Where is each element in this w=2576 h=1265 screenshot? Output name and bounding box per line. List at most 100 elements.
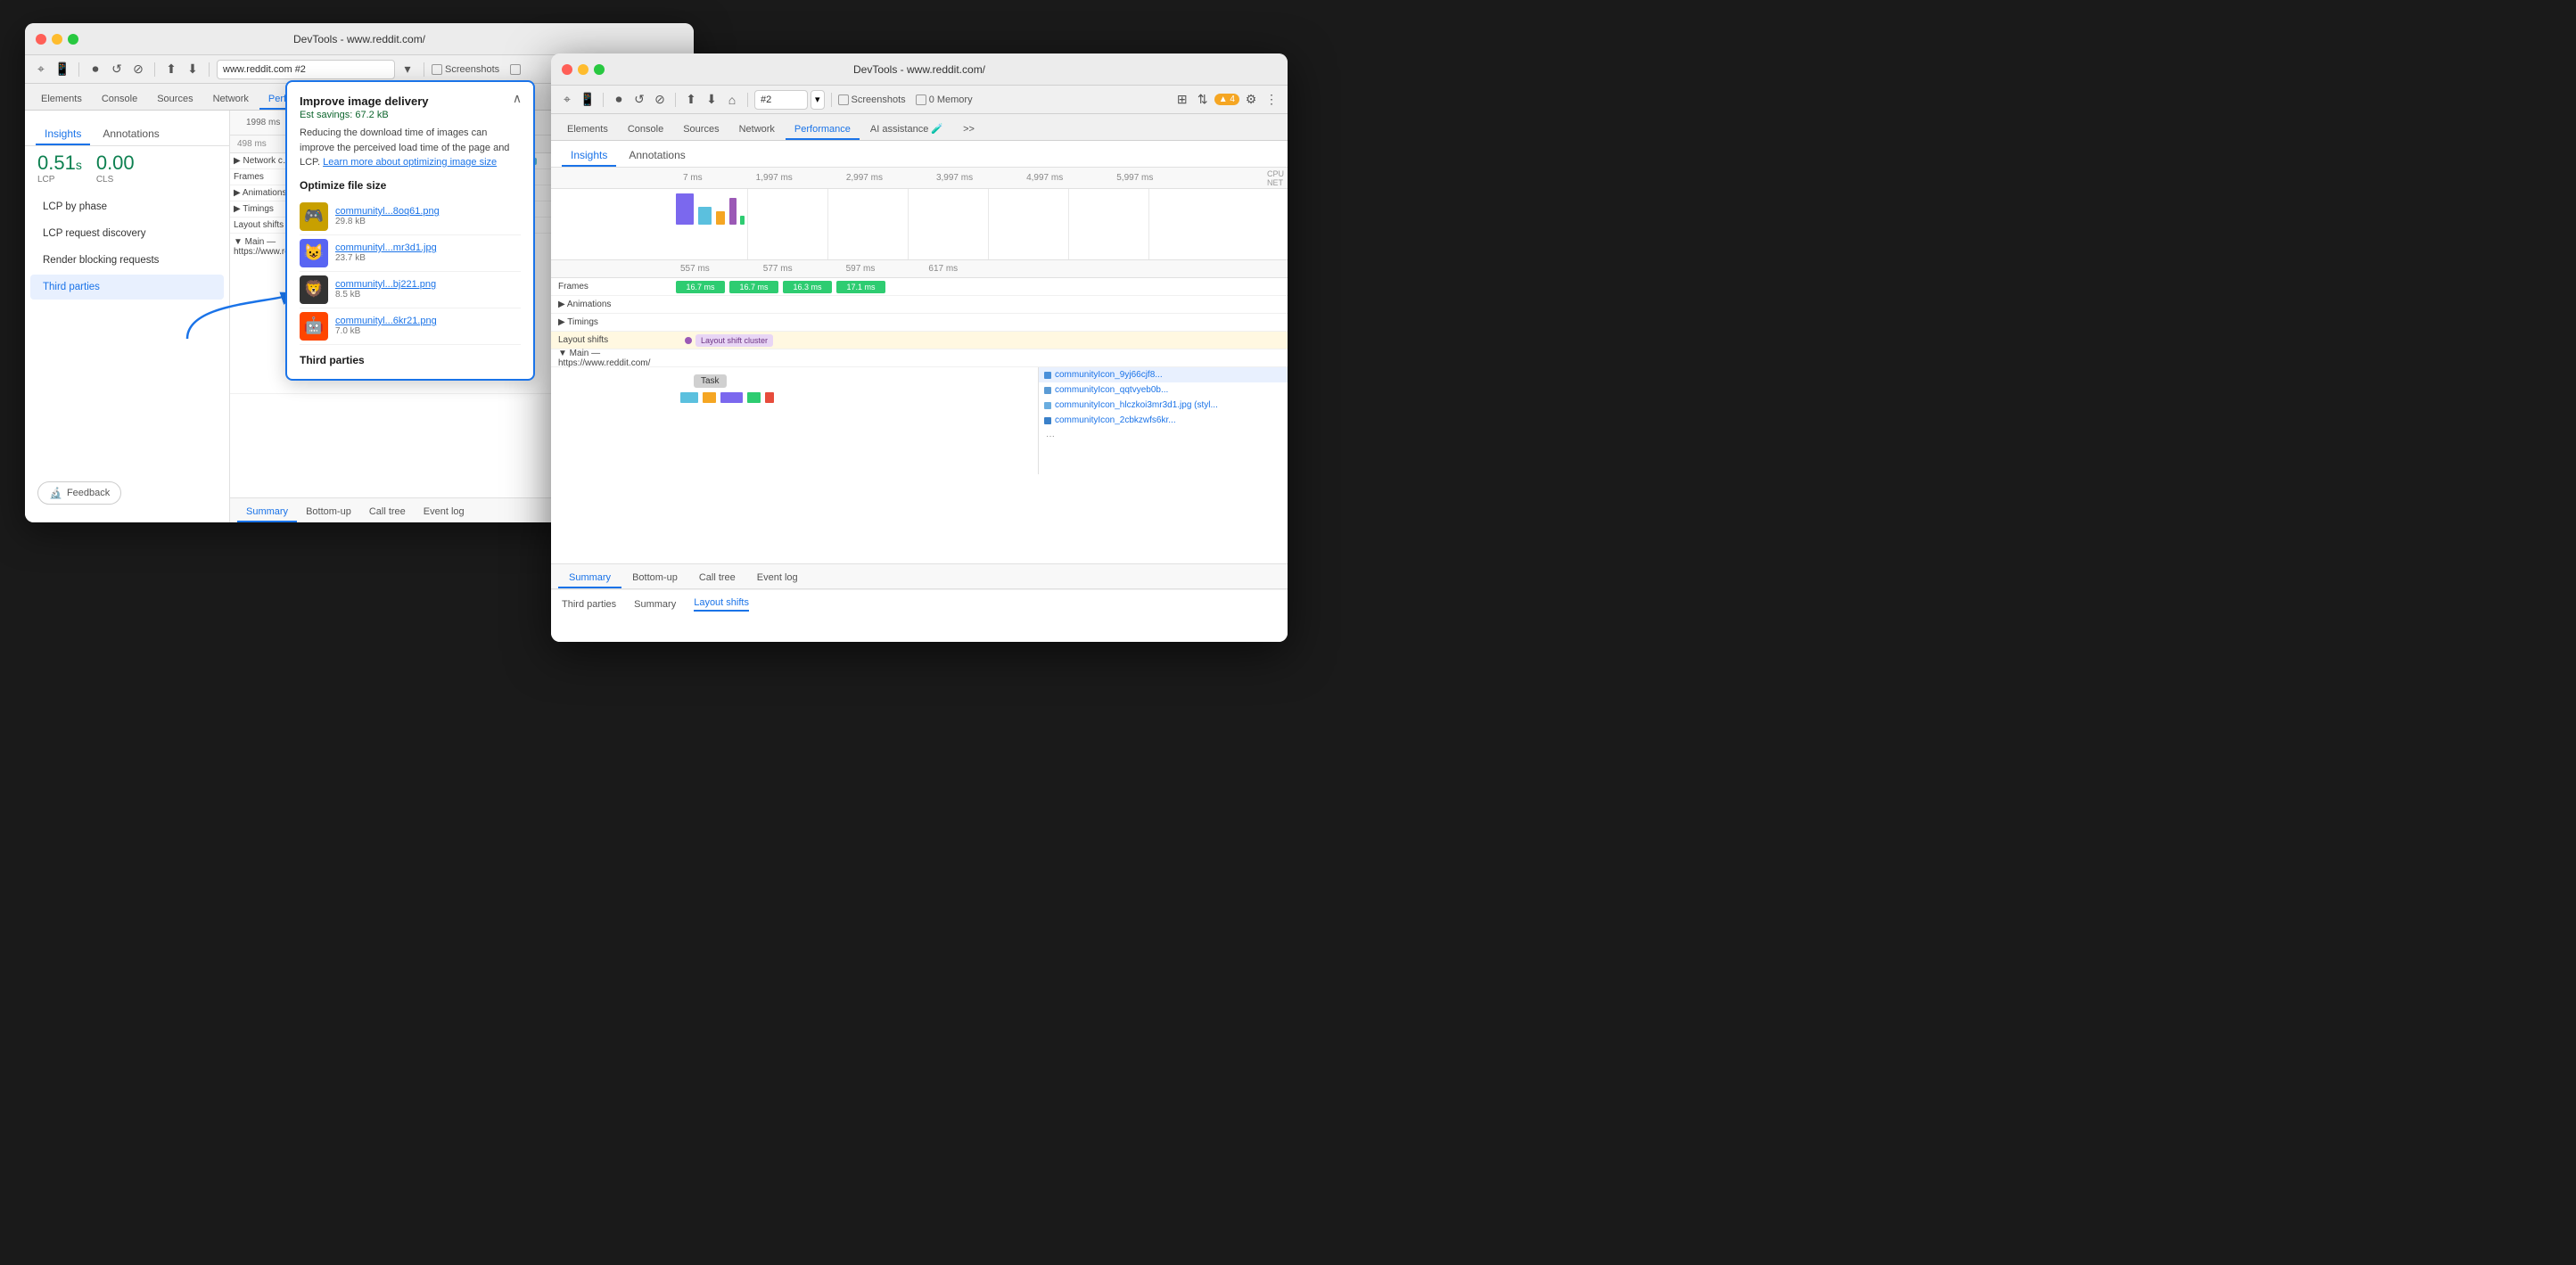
tab-annotations-front[interactable]: Annotations [620,145,694,167]
screenshots-cb-front[interactable] [838,94,849,105]
minimize-button-back[interactable] [52,34,62,45]
home-icon-front[interactable]: ⌂ [723,91,741,109]
grid-6 [1148,189,1149,259]
zoom-ruler-3: 597 ms [846,264,876,274]
bottom-insight-row: Third parties Summary Layout shifts [551,589,1288,619]
popup-learn-more-link[interactable]: Learn more about optimizing image size [323,157,497,168]
label-timings-front: ▶ Timings [551,317,676,327]
tab-insights-front[interactable]: Insights [562,145,616,167]
close-button-front[interactable] [562,64,572,75]
throttle-icon-front[interactable]: ⇅ [1194,91,1212,109]
minimize-button-front[interactable] [578,64,588,75]
nodes-panel: communityIcon_9yj66cjf8... communityIcon… [1038,367,1288,474]
upload-icon-front[interactable]: ⬆ [682,91,700,109]
popup-file-size-1: 29.8 kB [335,217,440,226]
dropdown-btn-front[interactable]: ▾ [811,90,825,110]
cpu-bar-3 [716,211,725,225]
maximize-button-front[interactable] [594,64,605,75]
refresh-icon-front[interactable]: ↺ [630,91,648,109]
tab-sources-front[interactable]: Sources [674,120,728,140]
grid-1 [747,189,748,259]
insight-render-blocking[interactable]: Render blocking requests [30,248,224,273]
popup-file-link-4[interactable]: communityl...6kr21.png [335,316,437,326]
popup-file-link-1[interactable]: communityl...8oq61.png [335,206,440,217]
tab-annotations-back[interactable]: Annotations [94,124,168,145]
bottom-tab-eventlog-front[interactable]: Event log [746,569,809,588]
device-icon-front[interactable]: 📱 [579,91,597,109]
more-icon-front[interactable]: ⋮ [1263,91,1280,109]
bottom-tab-calltree-back[interactable]: Call tree [360,503,415,522]
bi-layout-shifts[interactable]: Layout shifts [694,597,749,612]
close-button-back[interactable] [36,34,46,45]
bottom-tab-summary-back[interactable]: Summary [237,503,297,522]
dropdown-icon[interactable]: ▾ [399,61,416,78]
titlebar-front: DevTools - www.reddit.com/ [551,53,1288,86]
popup-file-info-3: communityl...bj221.png 8.5 kB [335,279,436,300]
download-icon[interactable]: ⬇ [184,61,202,78]
tab-sources-back[interactable]: Sources [148,90,202,110]
zoom-ruler-4: 617 ms [928,264,958,274]
insight-third-parties[interactable]: Third parties [30,275,224,300]
url-input-back[interactable] [217,60,395,79]
tab-console-back[interactable]: Console [93,90,146,110]
refresh-icon[interactable]: ↺ [108,61,126,78]
main-timeline-panel: Frames 16.7 ms 16.7 ms 16.3 ms 17.1 ms ▶… [551,278,1288,563]
cpu-label: CPU [1267,169,1284,178]
popup-file-link-2[interactable]: communityl...mr3d1.jpg [335,242,437,253]
node-item-3[interactable]: communityIcon_hlczkoi3mr3d1.jpg (styl... [1039,398,1288,413]
label-main-front: ▼ Main — https://www.reddit.com/ [551,349,676,368]
tab-elements-back[interactable]: Elements [32,90,91,110]
bottom-tab-calltree-front[interactable]: Call tree [688,569,746,588]
device-icon[interactable]: 📱 [53,61,71,78]
insight-lcp-request[interactable]: LCP request discovery [30,221,224,246]
tab-network-back[interactable]: Network [204,90,258,110]
popup-thumb-1: 🎮 [300,202,328,231]
node-item-1[interactable]: communityIcon_9yj66cjf8... [1039,367,1288,382]
tab-ai-front[interactable]: AI assistance 🧪 [861,119,952,140]
bottom-tab-bottomup-front[interactable]: Bottom-up [621,569,688,588]
maximize-button-back[interactable] [68,34,78,45]
screenshots-label-front: Screenshots [838,94,906,105]
record-icon-front[interactable]: ⏺ [610,91,628,109]
memory-cb-front[interactable] [916,94,926,105]
clear-icon-front[interactable]: ⊘ [651,91,669,109]
bi-summary[interactable]: Summary [634,599,676,610]
cursor-icon[interactable]: ⌖ [32,61,50,78]
popup-file-link-3[interactable]: communityl...bj221.png [335,279,436,290]
memory-checkbox[interactable] [510,64,521,75]
bottom-tab-eventlog-back[interactable]: Event log [415,503,473,522]
layout-shift-dot [685,337,692,344]
feedback-label: Feedback [67,488,110,498]
task-content: Task communityIcon_9yj66cjf8... [676,367,1288,474]
popup-close-button[interactable]: ∧ [508,89,526,107]
bottom-tab-bottomup-back[interactable]: Bottom-up [297,503,360,522]
layout-icon-front[interactable]: ⊞ [1173,91,1191,109]
popup-file-size-2: 23.7 kB [335,253,437,263]
task-spacer [551,367,676,474]
url-input-front[interactable] [754,90,808,110]
tab-console-front[interactable]: Console [619,120,672,140]
clear-icon[interactable]: ⊘ [129,61,147,78]
tab-insights-back[interactable]: Insights [36,124,90,145]
insight-lcp-by-phase[interactable]: LCP by phase [30,194,224,219]
bottom-tab-summary-front[interactable]: Summary [558,569,621,588]
screenshots-checkbox[interactable] [432,64,442,75]
bi-third-parties[interactable]: Third parties [562,599,616,610]
feedback-button[interactable]: 🔬 Feedback [37,481,121,505]
tab-more-front[interactable]: >> [954,120,983,140]
download-icon-front[interactable]: ⬇ [703,91,720,109]
upload-icon[interactable]: ⬆ [162,61,180,78]
cursor-icon-front[interactable]: ⌖ [558,91,576,109]
tab-network-front[interactable]: Network [730,120,784,140]
tab-performance-front[interactable]: Performance [786,120,860,140]
gear-icon-front[interactable]: ⚙ [1242,91,1260,109]
record-icon[interactable]: ⏺ [86,61,104,78]
node-item-4[interactable]: communityIcon_2cbkzwfs6kr... [1039,413,1288,428]
tab-elements-front[interactable]: Elements [558,120,617,140]
popup-thumb-4: 🤖 [300,312,328,341]
node-bullet-2 [1044,387,1051,394]
sep2-front [675,93,676,107]
popup-thumb-3: 🦁 [300,275,328,304]
track-animations-front: ▶ Animations [551,296,1288,314]
node-item-2[interactable]: communityIcon_qqtvyeb0b... [1039,382,1288,398]
